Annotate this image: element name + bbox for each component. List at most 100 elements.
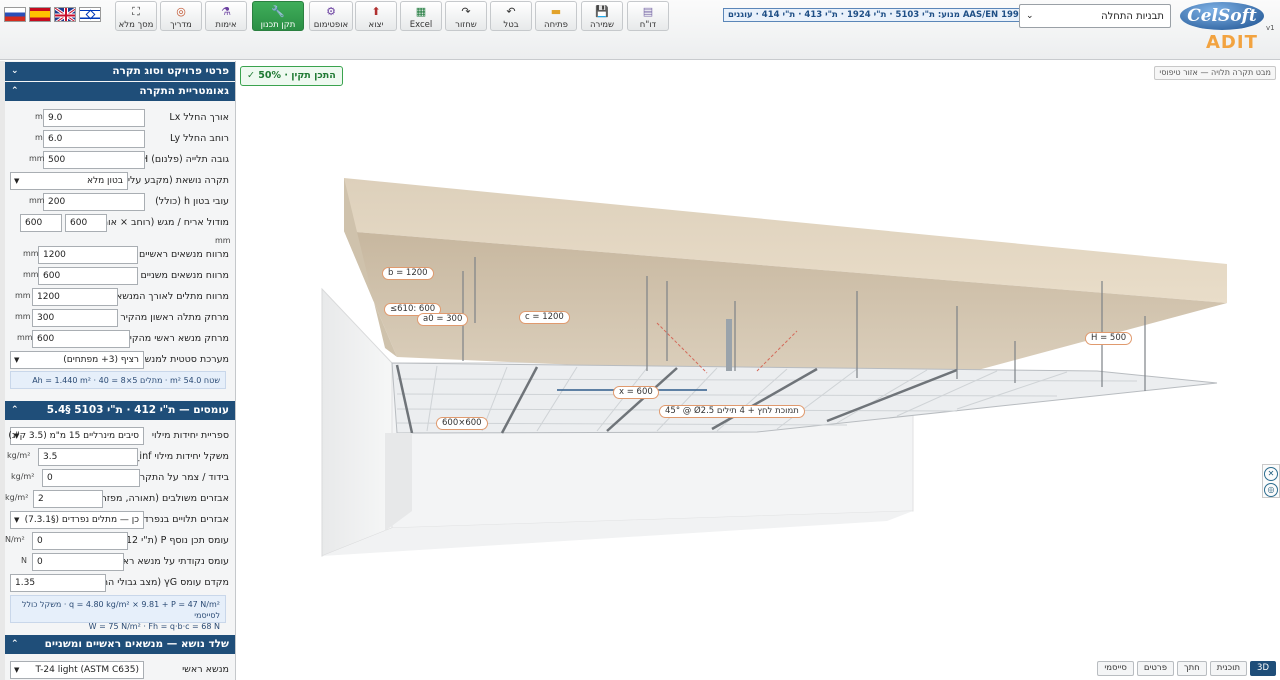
infill-library-select[interactable]: סיבים מינרליים 15 מ"מ (3.5 ק"ג) ▼ — [8, 427, 144, 445]
logo-mark: CelSoft — [1180, 2, 1264, 30]
hanging-select[interactable]: כן — מתלים נפרדים (§7.3.1) ▼ — [10, 511, 144, 529]
gamma-input[interactable]: 1.35 — [10, 574, 106, 592]
ginf-input[interactable]: 3.5 — [38, 448, 138, 466]
optimum-button[interactable]: ⚙ אופטימום — [309, 1, 353, 31]
row-infill-library: ספריית יחידות מילוי סיבים מינרליים 15 מ"… — [5, 427, 235, 447]
dim-c-label: c = 1200 — [519, 311, 570, 324]
section-geometry-header[interactable]: גאומטריית התקרה ⌃ — [5, 82, 235, 101]
chevron-down-icon: ▼ — [14, 666, 20, 674]
integrated-input[interactable]: 2 — [33, 490, 103, 508]
export-button[interactable]: ⬆ יצוא — [355, 1, 397, 31]
row-thickness: עובי בטון h (כולל) 200 mm — [5, 193, 235, 213]
wrench-icon: 🔧 — [271, 5, 285, 18]
module-length-input[interactable]: 600 — [20, 214, 62, 232]
thickness-input[interactable]: 200 — [43, 193, 145, 211]
tab-3d[interactable]: 3D — [1250, 661, 1276, 676]
row-a0: מרחק מתלה ראשון מהקיר a0 300 mm — [5, 309, 235, 329]
row-h: גובה תלייה (פלנום) H 500 mm — [5, 151, 235, 171]
chevron-down-icon: ▼ — [14, 516, 20, 524]
a0-input[interactable]: 300 — [32, 309, 118, 327]
chevron-down-icon: ⌄ — [1026, 11, 1034, 21]
verify-button[interactable]: ⚗ אימות — [205, 1, 247, 31]
close-icon[interactable]: ✕ — [1264, 467, 1278, 481]
insulation-input[interactable]: 0 — [42, 469, 140, 487]
row-edge: מרחק מנשא ראשי מהקיר 600 mm — [5, 330, 235, 350]
flag-il-icon[interactable] — [79, 7, 101, 22]
guide-icon: ◎ — [176, 5, 186, 18]
row-integrated: אבזרים משולבים (תאורה, מפזרים) 2 kg/m² — [5, 490, 235, 510]
app-logo: CelSoft v1 ADIT — [1176, 0, 1280, 58]
view-caption: מבט תקרה תלויה — אזור טיפוסי — [1154, 66, 1276, 80]
save-icon: 💾 — [595, 5, 609, 18]
undo-button[interactable]: ↶ בטל — [490, 1, 532, 31]
report-icon: ▤ — [642, 5, 654, 18]
h-input[interactable]: 500 — [43, 151, 145, 169]
row-insulation: בידוד / צמר על התקרה 0 kg/m² — [5, 469, 235, 489]
undo-icon: ↶ — [506, 5, 516, 18]
main-carrier-select[interactable]: T-24 light (ASTM C635) ▼ — [10, 661, 144, 679]
guide-button[interactable]: ◎ מדריך — [160, 1, 202, 31]
b-input[interactable]: 1200 — [38, 246, 138, 264]
section-carrier-header[interactable]: שלד נושא — מנשאים ראשיים ומשניים ⌃ — [5, 635, 235, 654]
section-loads-header[interactable]: עומסים — ת"י 412 · ת"י 5103 §5.4 ⌃ — [5, 401, 235, 420]
fullscreen-button[interactable]: ⛶ מסך מלא — [115, 1, 157, 31]
p-input[interactable]: 0 — [32, 532, 128, 550]
chevron-up-icon: ⌃ — [11, 639, 19, 649]
ceiling-grid-plane — [391, 362, 1218, 434]
excel-button[interactable]: ▦ Excel — [400, 1, 442, 31]
ly-input[interactable]: 6.0 — [43, 130, 145, 148]
camera-icon[interactable]: ◎ — [1264, 483, 1278, 497]
save-button[interactable]: 💾 שמירה — [581, 1, 623, 31]
dim-brace-label: 45° @ Ø2.5 תמוכת לחץ + 4 תילים — [659, 405, 805, 418]
row-point-load: עומס נקודתי על מנשא ראשי 0 N — [5, 553, 235, 573]
report-button[interactable]: ▤ דו"ח — [627, 1, 669, 31]
row-c: מרווח מתלים לאורך המנשא c 1200 mm — [5, 288, 235, 308]
c-input[interactable]: 1200 — [32, 288, 118, 306]
edge-distance-input[interactable]: 600 — [32, 330, 130, 348]
verify-icon: ⚗ — [221, 5, 231, 18]
redo-icon: ↷ — [461, 5, 471, 18]
deck-select[interactable]: בטון מלא ▼ — [10, 172, 128, 190]
row-p: עומס תכן נוסף P (ת"י 412) 0 N/m² — [5, 532, 235, 552]
chevron-up-icon: ⌃ — [11, 86, 19, 96]
compression-strut — [726, 319, 732, 371]
template-select[interactable]: תבניות התחלה ⌄ — [1019, 4, 1171, 28]
flag-ru-icon[interactable] — [4, 7, 26, 22]
static-system-select[interactable]: רציף (3+ מפתחים) ▼ — [10, 351, 144, 369]
template-select-value: תבניות התחלה — [1101, 10, 1164, 22]
version-label: v1 — [1266, 24, 1275, 32]
folder-icon: ▬ — [550, 5, 562, 18]
tab-details[interactable]: פרטים — [1136, 661, 1175, 676]
open-button[interactable]: ▬ פתיחה — [535, 1, 577, 31]
row-ly: רוחב החלל Ly 6.0 m — [5, 130, 235, 150]
flag-es-icon[interactable] — [29, 7, 51, 22]
x-input[interactable]: 600 — [38, 267, 138, 285]
tab-seismic[interactable]: סייסמי — [1097, 661, 1134, 676]
chevron-down-icon: ▼ — [14, 356, 20, 364]
3d-viewport[interactable]: ✓ התכן תקין · 50% מבט תקרה תלויה — אזור … — [237, 61, 1280, 680]
excel-icon: ▦ — [415, 5, 427, 18]
design-status-badge: ✓ התכן תקין · 50% — [240, 66, 343, 86]
design-standard-button[interactable]: 🔧 תקן תכנון — [252, 1, 304, 31]
chevron-up-icon: ⌃ — [11, 405, 19, 415]
dim-x-label: x = 600 — [613, 386, 659, 399]
module-width-input[interactable]: 600 — [65, 214, 107, 232]
flag-uk-icon[interactable] — [54, 7, 76, 22]
chevron-down-icon: ⌄ — [11, 66, 19, 76]
language-flags — [4, 7, 101, 22]
chevron-down-icon: ▼ — [14, 432, 20, 440]
row-b: מרווח מנשאים ראשיים b 1200 mm — [5, 246, 235, 266]
side-tools: ✕ ◎ — [1262, 464, 1280, 498]
row-hanging: אבזרים תלויים בנפרד? כן — מתלים נפרדים (… — [5, 511, 235, 531]
geometry-summary: שטח 54.0 m² · מתלים 5×8 = 40 · Ah = 1.44… — [10, 371, 226, 389]
redo-button[interactable]: ↷ שחזור — [445, 1, 487, 31]
row-static-system: מערכת סטטית למנשא רציף (3+ מפתחים) ▼ — [5, 351, 235, 371]
section-project-header[interactable]: פרטי פרויקט וסוג תקרה ⌄ — [5, 62, 235, 81]
row-main-carrier: מנשא ראשי T-24 light (ASTM C635) ▼ — [5, 661, 235, 680]
point-load-input[interactable]: 0 — [32, 553, 124, 571]
dim-b-label: b = 1200 — [382, 267, 434, 280]
tab-plan[interactable]: תוכנית — [1209, 661, 1248, 676]
lx-input[interactable]: 9.0 — [43, 109, 145, 127]
dim-a0-label: a0 = 300 — [417, 313, 469, 326]
tab-section[interactable]: חתך — [1177, 661, 1207, 676]
